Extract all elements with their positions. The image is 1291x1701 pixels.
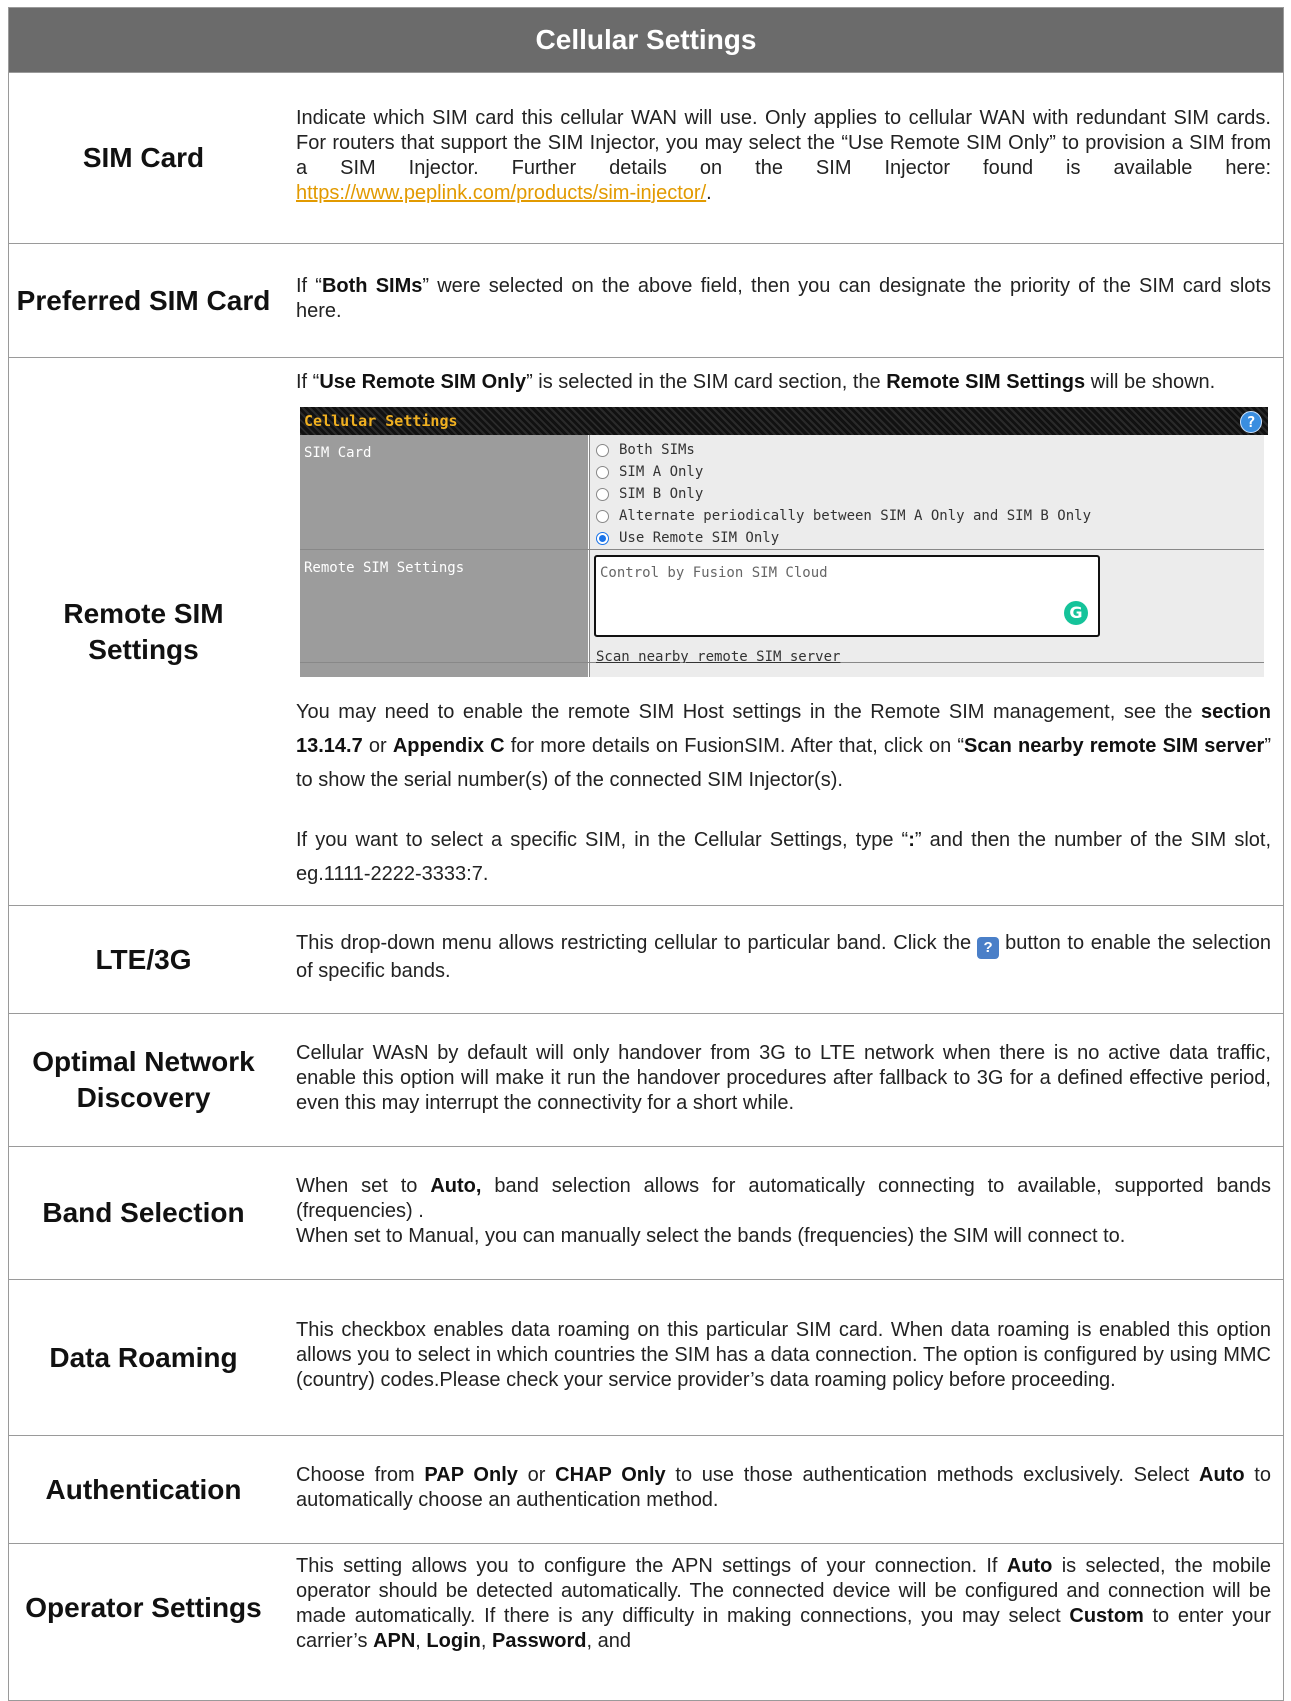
- row-lte-3g: LTE/3G This drop-down menu allows restri…: [8, 905, 1284, 1014]
- setting-label: [300, 663, 588, 677]
- radio-button[interactable]: [596, 465, 609, 479]
- remote-sim-setting-row: Remote SIM Settings Control by Fusion SI…: [300, 550, 1264, 665]
- row-label: LTE/3G: [8, 905, 278, 1014]
- row-description: Cellular WAsN by default will only hando…: [278, 1013, 1284, 1147]
- row-band-selection: Band Selection When set to Auto, band se…: [8, 1146, 1284, 1280]
- screenshot-title-text: Cellular Settings: [304, 412, 458, 430]
- bold-term: Login: [426, 1630, 481, 1652]
- textarea-placeholder: Control by Fusion SIM Cloud: [600, 565, 828, 581]
- description-text: You may need to enable the remote SIM Ho…: [296, 701, 1201, 723]
- bold-term: Both SIMs: [321, 274, 423, 297]
- setting-label: Remote SIM Settings: [300, 550, 588, 662]
- embedded-screenshot: Cellular Settings? SIM Card Both SIMs SI…: [300, 407, 1268, 677]
- row-optimal-network-discovery: Optimal Network Discovery Cellular WAsN …: [8, 1013, 1284, 1147]
- setting-label: SIM Card: [300, 435, 588, 549]
- row-label: SIM Card: [8, 72, 278, 244]
- help-icon: ?: [977, 937, 1000, 959]
- row-label: Remote SIM Settings: [8, 357, 278, 906]
- radio-option[interactable]: Alternate periodically between SIM A Onl…: [596, 505, 1258, 527]
- description-text: Choose from: [296, 1463, 425, 1486]
- radio-option[interactable]: SIM A Only: [596, 461, 1258, 483]
- grammarly-icon[interactable]: G: [1064, 601, 1088, 625]
- row-label: Authentication: [8, 1435, 278, 1544]
- bold-term: :: [908, 829, 915, 851]
- description-text: to use those authentication methods excl…: [665, 1463, 1200, 1486]
- row-description: Indicate which SIM card this cellular WA…: [278, 72, 1284, 244]
- row-description: If “Both SIMs” were selected on the abov…: [278, 243, 1284, 358]
- description-text: will be shown.: [1085, 371, 1216, 393]
- radio-option[interactable]: SIM B Only: [596, 483, 1258, 505]
- description-text: If you want to select a specific SIM, in…: [296, 829, 909, 851]
- row-authentication: Authentication Choose from PAP Only or C…: [8, 1435, 1284, 1544]
- bold-term: Use Remote SIM Only: [319, 371, 527, 393]
- bold-term: Scan nearby remote SIM server: [964, 735, 1265, 757]
- radio-label: Use Remote SIM Only: [619, 529, 780, 546]
- row-description: If “Use Remote SIM Only” is selected in …: [278, 357, 1284, 906]
- bold-term: PAP Only: [424, 1463, 518, 1486]
- radio-button-selected[interactable]: [596, 531, 609, 545]
- row-operator-settings: Operator Settings This setting allows yo…: [8, 1543, 1284, 1701]
- row-description: This setting allows you to configure the…: [278, 1543, 1284, 1701]
- row-label: Band Selection: [8, 1146, 278, 1280]
- description-text: or: [362, 735, 393, 757]
- next-setting-row: [300, 663, 1264, 677]
- setting-value: [589, 663, 1264, 677]
- description-text: Indicate which SIM card this cellular WA…: [296, 107, 1271, 179]
- description-text: for more details on FusionSIM. After tha…: [504, 735, 965, 757]
- description-text: If “: [296, 274, 322, 297]
- bold-term: Password: [491, 1630, 587, 1652]
- bold-term: Auto: [1006, 1555, 1053, 1577]
- description-text: ,: [480, 1630, 492, 1652]
- paragraph: If you want to select a specific SIM, in…: [296, 823, 1271, 891]
- row-sim-card: SIM Card Indicate which SIM card this ce…: [8, 72, 1284, 244]
- row-description: When set to Auto, band selection allows …: [278, 1146, 1284, 1280]
- sim-card-radio-group: Both SIMs SIM A Only SIM B Only Alternat…: [589, 435, 1264, 549]
- radio-button[interactable]: [596, 443, 609, 457]
- row-preferred-sim: Preferred SIM Card If “Both SIMs” were s…: [8, 243, 1284, 358]
- row-description: This checkbox enables data roaming on th…: [278, 1279, 1284, 1436]
- description-text: , and: [586, 1630, 631, 1652]
- bold-term: APN: [373, 1630, 416, 1652]
- radio-button[interactable]: [596, 487, 609, 501]
- row-label: Optimal Network Discovery: [8, 1013, 278, 1147]
- row-data-roaming: Data Roaming This checkbox enables data …: [8, 1279, 1284, 1436]
- row-label: Preferred SIM Card: [8, 243, 278, 358]
- bold-term: Appendix C: [392, 735, 505, 757]
- paragraph: When set to Manual, you can manually sel…: [296, 1224, 1126, 1247]
- row-remote-sim: Remote SIM Settings If “Use Remote SIM O…: [8, 357, 1284, 906]
- description-text: When set to: [296, 1174, 431, 1197]
- bold-term: Remote SIM Settings: [886, 371, 1086, 393]
- bold-term: Auto: [1199, 1463, 1245, 1486]
- paragraph: If “Use Remote SIM Only” is selected in …: [296, 370, 1271, 395]
- row-label: Data Roaming: [8, 1279, 278, 1436]
- description-text: .: [706, 182, 712, 204]
- row-label: Operator Settings: [8, 1543, 278, 1701]
- radio-option[interactable]: Both SIMs: [596, 439, 1258, 461]
- bold-term: CHAP Only: [555, 1463, 666, 1486]
- row-description: Choose from PAP Only or CHAP Only to use…: [278, 1435, 1284, 1544]
- table-header: Cellular Settings: [8, 7, 1284, 73]
- remote-sim-textarea[interactable]: Control by Fusion SIM Cloud G: [594, 555, 1100, 637]
- bold-term: Custom: [1069, 1605, 1144, 1627]
- sim-card-setting-row: SIM Card Both SIMs SIM A Only SIM B Only…: [300, 435, 1264, 550]
- description-text: This setting allows you to configure the…: [296, 1555, 1007, 1577]
- description-text: ,: [415, 1630, 427, 1652]
- description-text: ” is selected in the SIM card section, t…: [526, 371, 887, 393]
- paragraph: When set to Auto, band selection allows …: [296, 1174, 1271, 1224]
- remote-sim-value: Control by Fusion SIM Cloud G Scan nearby…: [589, 550, 1264, 665]
- screenshot-title: Cellular Settings?: [300, 407, 1268, 435]
- radio-button[interactable]: [596, 509, 609, 523]
- settings-table: Cellular Settings SIM Card Indicate whic…: [8, 7, 1284, 1701]
- description-text: If “: [296, 371, 320, 393]
- paragraph: You may need to enable the remote SIM Ho…: [296, 695, 1271, 797]
- description-text: This drop-down menu allows restricting c…: [296, 932, 972, 954]
- description-text: ” were selected on the above field, then…: [296, 274, 1271, 322]
- radio-option-selected[interactable]: Use Remote SIM Only: [596, 527, 1258, 549]
- bold-term: Auto,: [430, 1174, 482, 1197]
- sim-injector-link[interactable]: https://www.peplink.com/products/sim-inj…: [296, 182, 706, 204]
- row-description: This drop-down menu allows restricting c…: [278, 905, 1284, 1014]
- help-icon[interactable]: ?: [1240, 411, 1262, 433]
- description-text: or: [517, 1463, 556, 1486]
